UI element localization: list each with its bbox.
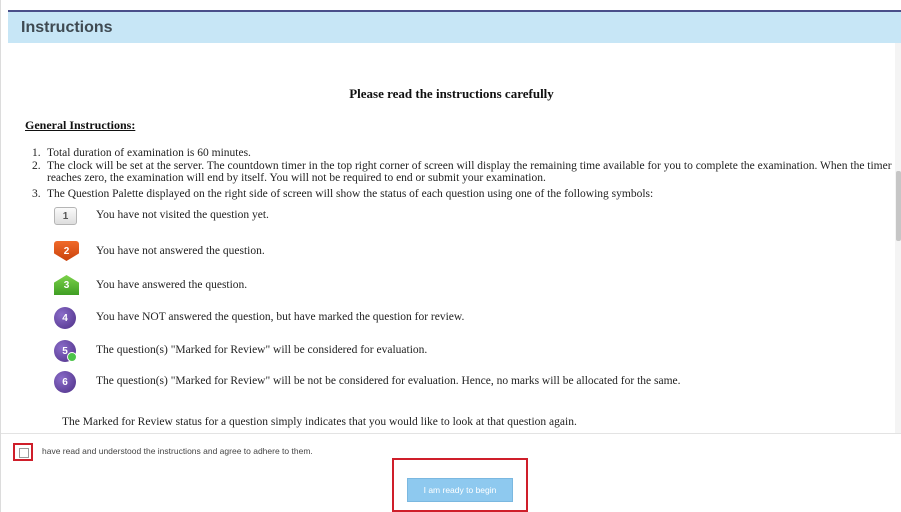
instruction-number: 3.: [32, 188, 41, 200]
symbol-description: You have not visited the question yet.: [96, 209, 269, 221]
marked-for-review-icon: 4: [54, 307, 76, 329]
footer-divider: [1, 433, 901, 434]
header-bar: Instructions: [8, 12, 901, 43]
not-visited-icon: 1: [54, 207, 77, 225]
instruction-text: The Question Palette displayed on the ri…: [47, 188, 654, 200]
instruction-number: 2.: [32, 160, 41, 172]
instructions-heading: Please read the instructions carefully: [349, 86, 554, 101]
symbol-description: You have answered the question.: [96, 279, 248, 291]
begin-button-highlight: I am ready to begin: [392, 458, 528, 512]
content-scrollbar[interactable]: [895, 43, 901, 433]
agree-checkbox[interactable]: [19, 448, 29, 458]
instruction-item-2: 2. The clock will be set at the server. …: [32, 160, 892, 184]
instructions-page: Instructions Please read the instruction…: [0, 0, 901, 512]
instruction-text: The clock will be set at the server. The…: [47, 160, 892, 184]
ready-to-begin-button[interactable]: I am ready to begin: [407, 478, 513, 502]
symbol-description: The question(s) "Marked for Review" will…: [96, 375, 681, 387]
agreement-row: have read and understood the instruction…: [13, 443, 713, 461]
symbol-description: You have not answered the question.: [96, 245, 265, 257]
instruction-text: Total duration of examination is 60 minu…: [47, 147, 251, 159]
instruction-item-1: 1. Total duration of examination is 60 m…: [32, 147, 892, 159]
review-status-note: The Marked for Review status for a quest…: [62, 416, 577, 428]
answered-icon: 3: [54, 275, 79, 295]
page-title: Instructions: [21, 19, 113, 36]
symbol-description: You have NOT answered the question, but …: [96, 311, 465, 323]
answered-check-icon: [67, 352, 77, 362]
instruction-item-3: 3. The Question Palette displayed on the…: [32, 188, 892, 200]
instructions-content: Please read the instructions carefully G…: [8, 43, 895, 433]
checkbox-highlight: [13, 443, 33, 461]
general-instructions-heading: General Instructions:: [25, 118, 136, 132]
scrollbar-thumb[interactable]: [896, 171, 901, 241]
not-answered-icon: 2: [54, 241, 79, 261]
marked-not-evaluated-icon: 6: [54, 371, 76, 393]
answered-marked-for-review-icon: 5: [54, 340, 77, 362]
agreement-text: have read and understood the instruction…: [42, 446, 313, 456]
instruction-number: 1.: [32, 147, 41, 159]
symbol-description: The question(s) "Marked for Review" will…: [96, 344, 428, 356]
